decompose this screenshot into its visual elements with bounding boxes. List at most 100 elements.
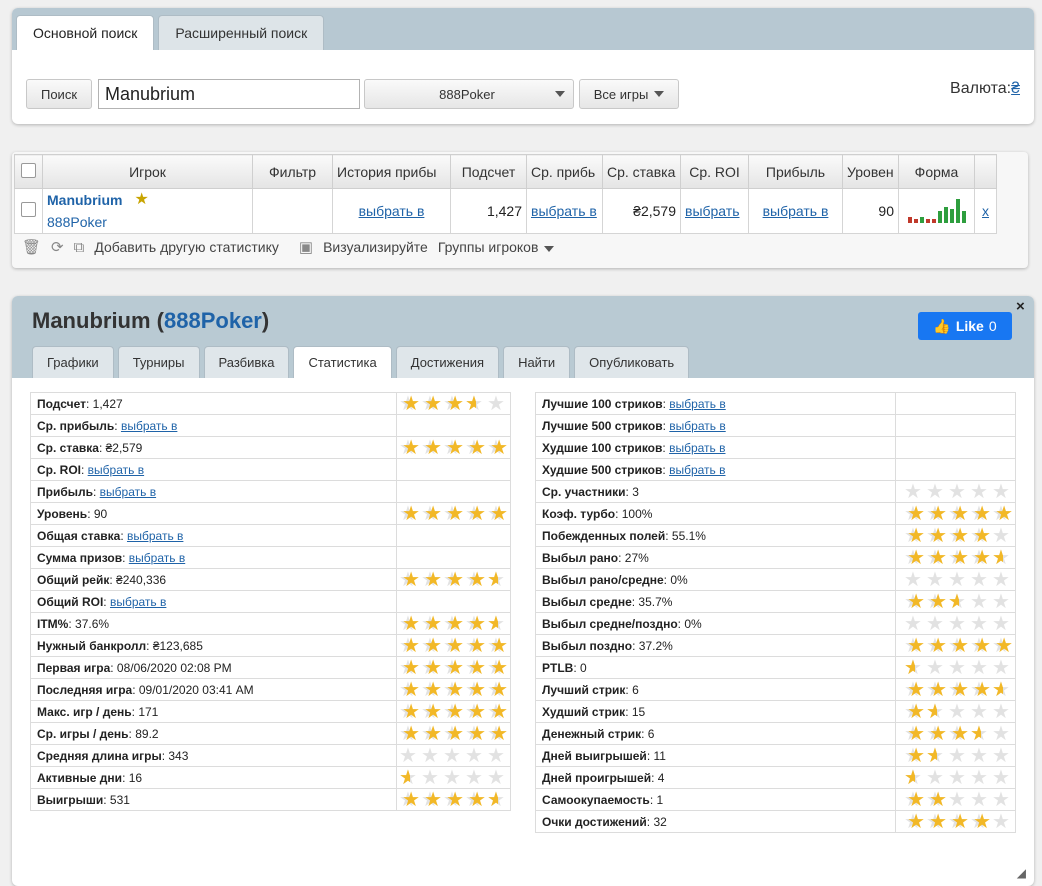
col-form[interactable]: Форма xyxy=(898,154,975,189)
site-select-value: 888Poker xyxy=(439,86,495,102)
stat-cell: Общий ROI: выбрать в xyxy=(30,590,397,613)
add-stats-icon: ⧉ xyxy=(73,238,85,256)
stat-cell: Лучшие 500 стриков: выбрать в xyxy=(535,414,896,437)
refresh-icon[interactable]: ⟳ xyxy=(51,238,64,256)
star-icon: ★★ xyxy=(421,788,442,811)
tab-statistics[interactable]: Статистика xyxy=(293,346,392,378)
star-icon: ★★ xyxy=(443,568,464,591)
select-all-checkbox[interactable] xyxy=(21,162,36,178)
star-icon: ★★ xyxy=(948,546,969,569)
star-icon: ★★ xyxy=(904,810,925,833)
player-site-link[interactable]: 888Poker xyxy=(47,214,107,230)
star-icon: ★★ xyxy=(487,568,505,591)
rating-cell: ★★★★★★★★★★ xyxy=(895,700,1016,723)
games-select[interactable]: Все игры xyxy=(579,79,679,109)
avg-profit-link[interactable]: выбрать в xyxy=(531,203,597,219)
avg-roi-link[interactable]: выбрать xyxy=(685,203,740,219)
col-player[interactable]: Игрок xyxy=(42,154,253,189)
col-profit[interactable]: Прибыль xyxy=(748,154,843,189)
stat-value-link[interactable]: выбрать в xyxy=(121,419,177,433)
col-avg-profit[interactable]: Ср. прибь xyxy=(526,154,603,189)
trash-icon[interactable]: 🗑 xyxy=(22,238,41,256)
search-input[interactable] xyxy=(98,79,360,109)
stat-cell: Ср. прибыль: выбрать в xyxy=(30,414,397,437)
star-icon: ★★ xyxy=(421,568,442,591)
stat-label: Побежденных полей xyxy=(542,528,666,543)
stat-value-link[interactable]: выбрать в xyxy=(669,441,725,455)
rating-cell: ★★★★★★★★★★ xyxy=(396,656,511,679)
col-filter[interactable]: Фильтр xyxy=(252,154,333,189)
player-groups-label: Группы игроков xyxy=(437,239,539,255)
like-label: Like xyxy=(955,318,984,334)
tab-advanced-search[interactable]: Расширенный поиск xyxy=(158,15,325,50)
stat-value-link[interactable]: выбрать в xyxy=(110,595,166,609)
tab-publish[interactable]: Опубликовать xyxy=(574,346,690,378)
like-button[interactable]: 👍 Like 0 xyxy=(918,312,1012,340)
stat-row: Лучшие 100 стриков: выбрать в xyxy=(535,392,1016,415)
row-select-cell[interactable] xyxy=(14,188,43,234)
star-icon: ★★ xyxy=(926,612,944,635)
search-button[interactable]: Поиск xyxy=(26,79,92,109)
star-rating: ★★★★★★★★★★ xyxy=(399,724,508,744)
star-icon: ★★ xyxy=(948,502,969,525)
history-link[interactable]: выбрать в xyxy=(359,203,425,219)
tab-charts[interactable]: Графики xyxy=(32,346,114,378)
star-icon: ★★ xyxy=(421,678,442,701)
tab-breakdown[interactable]: Разбивка xyxy=(203,346,290,378)
remove-player-link[interactable]: x xyxy=(982,203,989,219)
star-icon: ★★ xyxy=(443,766,461,789)
stat-value-link[interactable]: выбрать в xyxy=(669,463,725,477)
stat-value-link[interactable]: выбрать в xyxy=(669,419,725,433)
form-sparkline xyxy=(903,199,970,223)
stat-label: Ср. ставка xyxy=(37,440,99,455)
stat-value-link[interactable]: выбрать в xyxy=(88,463,144,477)
col-level[interactable]: Уровен xyxy=(842,154,899,189)
tab-basic-search[interactable]: Основной поиск xyxy=(16,15,155,50)
stat-value-link[interactable]: выбрать в xyxy=(127,529,183,543)
resize-handle-icon[interactable]: ◢ xyxy=(1017,866,1026,880)
stat-value: 100% xyxy=(621,506,653,521)
tab-find[interactable]: Найти xyxy=(503,346,571,378)
col-profit-history[interactable]: История прибы xyxy=(332,154,451,189)
currency-link[interactable]: ₴ xyxy=(1011,80,1020,97)
star-rating: ★★★★★★★★★★ xyxy=(399,394,508,414)
stat-cell: Худшие 500 стриков: выбрать в xyxy=(535,458,896,481)
visualize-button[interactable]: Визуализируйте xyxy=(323,239,428,255)
star-icon: ★★ xyxy=(904,480,922,503)
stat-value-link[interactable]: выбрать в xyxy=(100,485,156,499)
site-select[interactable]: 888Poker xyxy=(364,79,574,109)
star-icon: ★★ xyxy=(487,678,508,701)
stat-row: Худший стрик: 15★★★★★★★★★★ xyxy=(535,700,1016,723)
tab-tournaments[interactable]: Турниры xyxy=(117,346,200,378)
player-name-link[interactable]: Manubrium xyxy=(47,192,122,208)
form-bar xyxy=(937,211,942,223)
col-count[interactable]: Подсчет xyxy=(450,154,527,189)
stat-value-link[interactable]: выбрать в xyxy=(129,551,185,565)
stat-cell: Макс. игр / день: 171 xyxy=(30,700,397,723)
tab-achievements[interactable]: Достижения xyxy=(395,346,500,378)
col-avg-roi[interactable]: Ср. ROI xyxy=(680,154,749,189)
star-icon: ★★ xyxy=(443,722,464,745)
stat-value: 1 xyxy=(656,792,664,807)
detail-site-link[interactable]: 888Poker xyxy=(164,308,262,333)
star-icon: ★★ xyxy=(465,678,486,701)
star-icon: ★★ xyxy=(421,502,442,525)
star-icon: ★★ xyxy=(465,744,483,767)
stat-row: Ср. участники: 3★★★★★★★★★★ xyxy=(535,480,1016,503)
profit-link[interactable]: выбрать в xyxy=(763,203,829,219)
star-icon: ★★ xyxy=(904,744,925,767)
stat-cell: Дней проигрышей: 4 xyxy=(535,766,896,789)
row-checkbox[interactable] xyxy=(21,202,36,217)
add-stats-button[interactable]: Добавить другую статистику xyxy=(94,239,279,255)
col-avg-stake[interactable]: Ср. ставка xyxy=(602,154,681,189)
rating-cell xyxy=(396,480,511,503)
close-icon[interactable]: × xyxy=(1016,298,1025,315)
star-icon: ★★ xyxy=(487,656,508,679)
stat-cell: Первая игра: 08/06/2020 02:08 PM xyxy=(30,656,397,679)
stat-cell: Лучшие 100 стриков: выбрать в xyxy=(535,392,896,415)
stat-row: Общая ставка: выбрать в xyxy=(30,524,511,547)
player-groups-dropdown[interactable]: Группы игроков xyxy=(438,239,555,255)
stat-value-link[interactable]: выбрать в xyxy=(669,397,725,411)
star-icon: ★★ xyxy=(970,766,988,789)
select-all-cell[interactable] xyxy=(14,154,43,189)
